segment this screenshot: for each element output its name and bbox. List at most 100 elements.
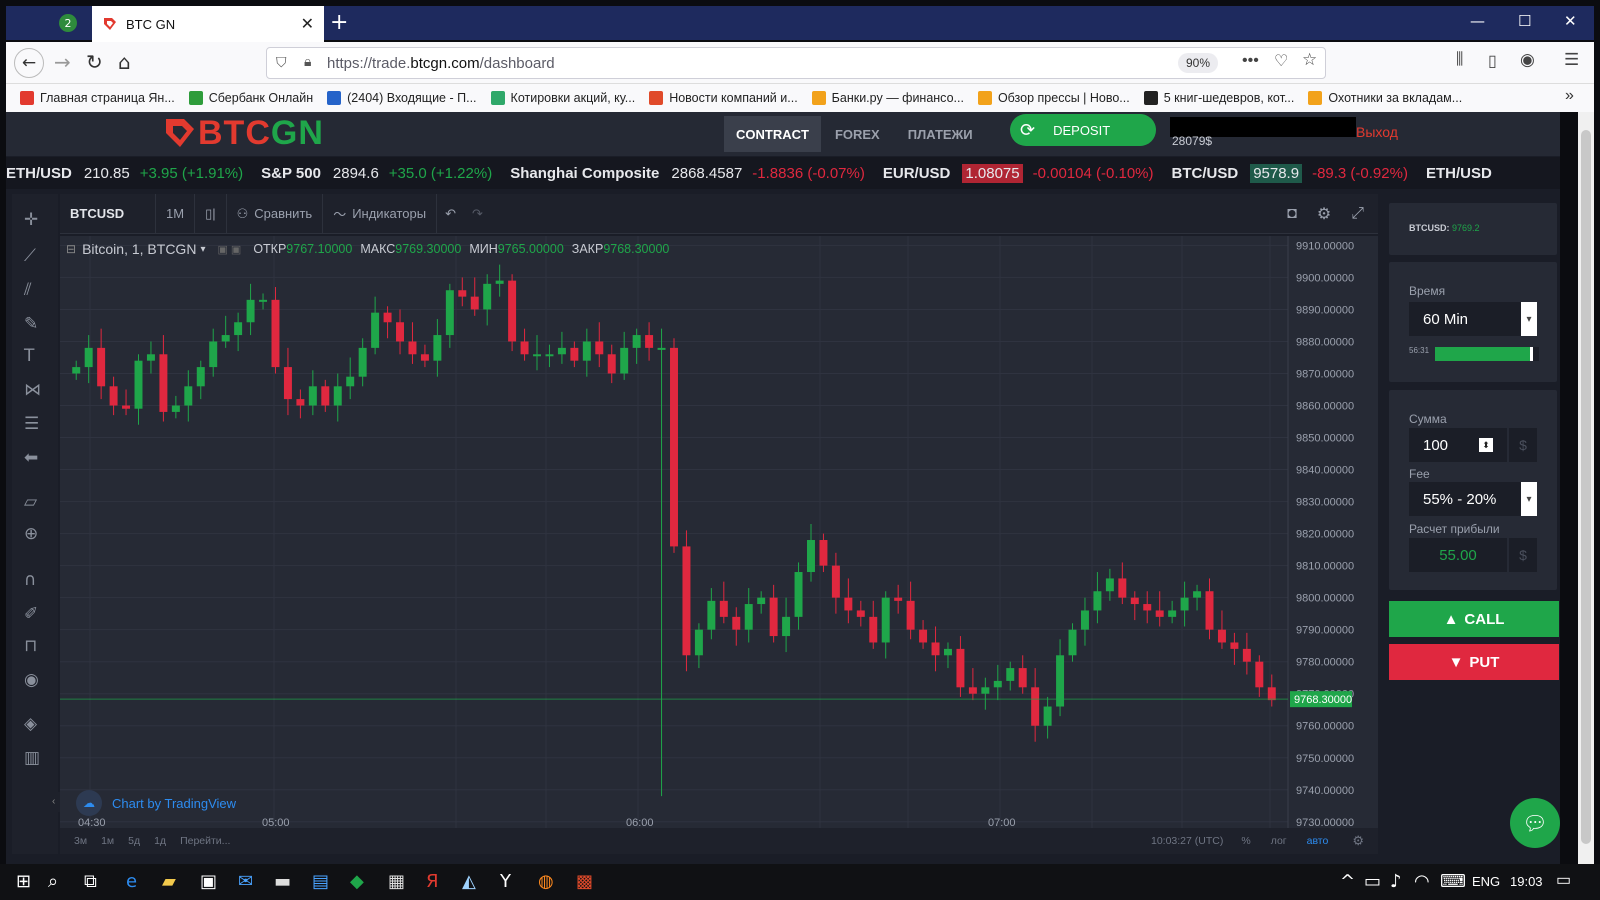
lock-icon[interactable]: ⊓ (24, 636, 37, 656)
fib-icon[interactable]: ⫽ (24, 280, 32, 300)
bookmark-item[interactable]: Котировки акций, ку... (490, 91, 635, 105)
utc-clock[interactable]: 10:03:27 (UTC) (1151, 835, 1223, 847)
deposit-button[interactable]: ⟳ DEPOSIT (1010, 114, 1156, 146)
bookmark-item[interactable]: Сбербанк Онлайн (188, 91, 313, 105)
range-1m[interactable]: 1м (101, 835, 114, 847)
text-tool-icon[interactable]: T (24, 346, 34, 366)
chart-area[interactable]: 9910.00000 9900.00000 9890.00000 9880.00000… (60, 236, 1378, 829)
goto-date[interactable]: Перейти... (180, 835, 230, 847)
nav-forex[interactable]: FOREX (821, 127, 894, 142)
zoom-in-icon[interactable]: ⊕ (24, 524, 38, 544)
tradingview-watermark[interactable]: ☁ Chart by TradingView (76, 790, 236, 816)
volume-icon[interactable]: ♪ (1390, 871, 1402, 892)
legend-title[interactable]: Bitcoin, 1, BTCGN (82, 241, 196, 257)
fee-select[interactable]: 55% - 20% (1409, 482, 1537, 516)
account-icon[interactable]: ◉ (1520, 50, 1535, 70)
windows-start-icon[interactable]: ⊞ (16, 871, 31, 892)
app3-icon[interactable]: ◭ (462, 871, 476, 892)
shield-icon[interactable]: ⛉ (276, 54, 287, 71)
eye-icon[interactable]: ◉ (24, 670, 39, 690)
bookmark-item[interactable]: Новости компаний и... (649, 91, 798, 105)
time-dropdown-icon[interactable]: ▾ (1521, 302, 1537, 336)
log-toggle[interactable]: лог (1271, 835, 1287, 847)
notifications-icon[interactable]: ▭ (1556, 870, 1571, 890)
tab-counter[interactable]: 2 (46, 6, 90, 40)
minimize-icon[interactable]: — (1470, 12, 1485, 30)
auto-toggle[interactable]: авто (1307, 835, 1329, 847)
bookmark-item[interactable]: 5 книг-шедевров, кот... (1143, 91, 1294, 105)
file-explorer-icon[interactable]: ▰ (162, 871, 176, 892)
firefox-icon[interactable]: ◍ (538, 871, 554, 892)
layers-icon[interactable]: ◈ (24, 714, 37, 734)
pattern-icon[interactable]: ⋈ (24, 380, 41, 400)
logo[interactable]: BTC GN (162, 112, 324, 154)
edge-icon[interactable]: e (126, 871, 137, 892)
trash-icon[interactable]: ▥ (24, 748, 40, 768)
reload-icon[interactable]: ↻ (86, 50, 103, 74)
new-tab-icon[interactable]: + (330, 10, 348, 35)
maximize-icon[interactable]: ☐ (1518, 12, 1531, 30)
menu-icon[interactable]: ☰ (1564, 50, 1579, 70)
close-window-icon[interactable]: ✕ (1564, 12, 1577, 30)
bookmark-item[interactable]: Охотники за вкладам... (1308, 91, 1462, 105)
fullscreen-icon[interactable]: ⤢ (1341, 205, 1378, 223)
price-chart[interactable]: 9910.00000 9900.00000 9890.00000 9880.00000… (60, 236, 1378, 829)
range-1d[interactable]: 1д (154, 835, 166, 847)
brush-icon[interactable]: ✎ (24, 314, 38, 334)
chart-settings-icon[interactable]: ⚙ (1352, 833, 1364, 849)
candles-type-icon[interactable]: ▯| (195, 193, 227, 234)
bookmark-item[interactable]: Банки.ру — финансо... (811, 91, 964, 105)
tab-close-icon[interactable]: ✕ (301, 14, 314, 34)
back-icon[interactable]: ← (14, 48, 44, 78)
redo-icon[interactable]: ↷ (464, 206, 491, 222)
address-bar[interactable]: https://trade. btcgn.com/dashboard (266, 47, 1326, 79)
library-icon[interactable]: ⫼ (1456, 51, 1463, 69)
range-3m[interactable]: 3м (74, 835, 87, 847)
trend-line-icon[interactable]: ⟋ (24, 246, 36, 266)
battery-icon[interactable]: ▭ (1364, 871, 1381, 892)
camera-icon[interactable]: ◘ (1277, 205, 1307, 223)
legend-dropdown-icon[interactable]: ▾ (200, 244, 205, 255)
app2-icon[interactable]: ◆ (350, 871, 364, 892)
calculator-icon[interactable]: ▦ (388, 871, 405, 892)
search-icon[interactable]: ⌕ (48, 871, 58, 892)
taskbar-clock[interactable]: 19:03 (1510, 874, 1543, 889)
fee-dropdown-icon[interactable]: ▾ (1521, 482, 1537, 516)
yandex-icon[interactable]: Я (426, 871, 439, 892)
task-view-icon[interactable]: ⧉ (84, 871, 97, 892)
time-select[interactable]: 60 Min (1409, 302, 1537, 336)
interval-button[interactable]: 1M (156, 193, 196, 234)
compare-button[interactable]: ⚇ Сравнить (227, 193, 324, 234)
chat-icon[interactable]: 💬︎ (1510, 798, 1560, 848)
mail-icon[interactable]: ✉ (238, 871, 253, 892)
logout-link[interactable]: Выход (1356, 124, 1398, 140)
collapse-toolbar-icon[interactable]: ‹ (52, 792, 60, 812)
collapse-legend-icon[interactable]: ⊟ (66, 242, 76, 256)
browser-tab-active[interactable]: BTC GN ✕ (92, 6, 324, 42)
bookmark-star-icon[interactable]: ☆ (1302, 50, 1317, 70)
yandex-browser-icon[interactable]: Y (500, 871, 511, 892)
back-arrow-icon[interactable]: ⬅ (24, 448, 38, 468)
nav-payments[interactable]: ПЛАТЕЖИ (894, 127, 987, 142)
zoom-level[interactable]: 90% (1178, 53, 1218, 73)
magnet-icon[interactable]: ∩ (24, 570, 36, 590)
app4-icon[interactable]: ▩ (576, 871, 593, 892)
bookmark-item[interactable]: Главная страница Ян... (20, 91, 175, 105)
input-language[interactable]: ENG (1472, 874, 1500, 889)
ruler-icon[interactable]: ▱ (24, 492, 37, 512)
nav-contract[interactable]: CONTRACT (724, 116, 821, 152)
call-button[interactable]: ▲ CALL (1389, 601, 1559, 637)
wifi-icon[interactable]: ◠ (1414, 871, 1430, 892)
forward-icon[interactable]: → (54, 50, 71, 74)
home-icon[interactable]: ⌂ (118, 50, 131, 74)
sum-stepper-icon[interactable]: ⬍ (1479, 438, 1493, 452)
bookmark-item[interactable]: (2404) Входящие - П... (327, 91, 477, 105)
range-5d[interactable]: 5д (128, 835, 140, 847)
bookmarks-overflow-icon[interactable]: » (1565, 87, 1574, 105)
pocket-icon[interactable]: ♡ (1274, 51, 1288, 71)
settings-gear-icon[interactable]: ⚙ (1307, 204, 1341, 224)
put-button[interactable]: ▼ PUT (1389, 644, 1559, 680)
app-icon[interactable]: ▬ (274, 871, 291, 892)
sidebar-icon[interactable]: ▯ (1488, 51, 1497, 71)
crosshair-icon[interactable]: ✛ (24, 210, 38, 230)
